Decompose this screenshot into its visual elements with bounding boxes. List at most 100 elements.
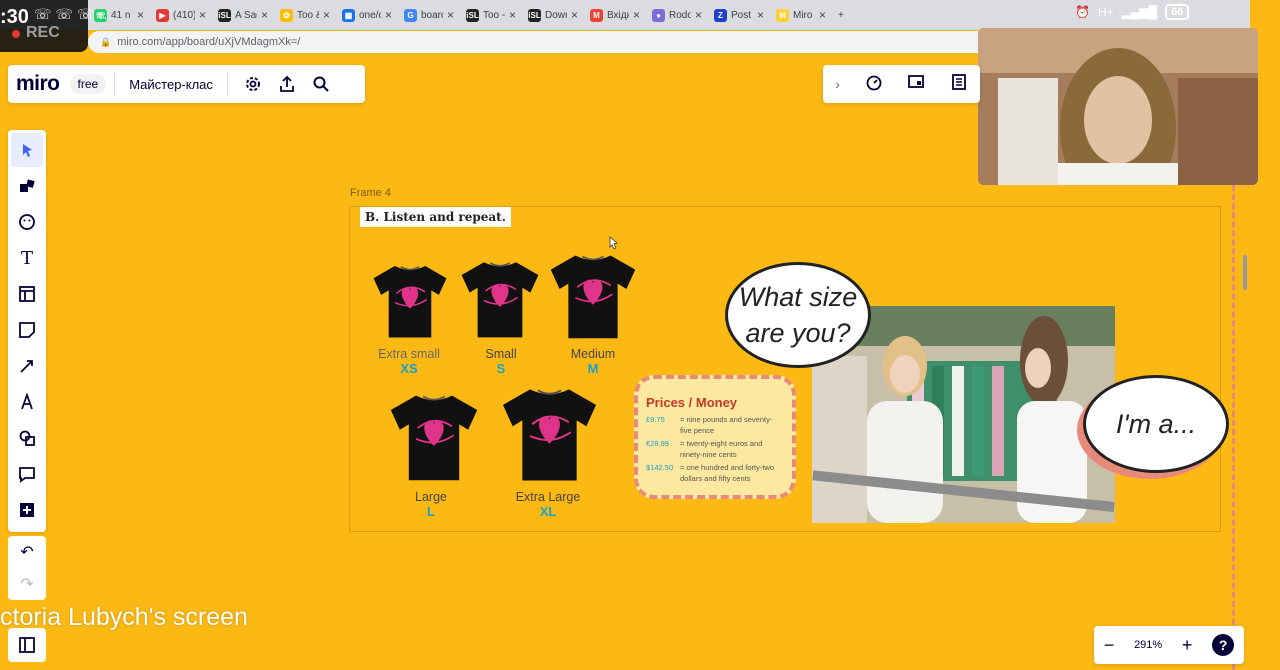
tshirt-image bbox=[373, 266, 447, 338]
tab-close-icon[interactable]: × bbox=[385, 8, 392, 22]
price-rows: £9.75 = nine pounds and seventy-five penc… bbox=[646, 414, 784, 484]
browser-tab[interactable]: M Вхідн × bbox=[584, 0, 646, 30]
zoom-level[interactable]: 291% bbox=[1134, 639, 1162, 651]
webcam-video bbox=[978, 28, 1258, 185]
tab-close-icon[interactable]: × bbox=[819, 8, 826, 22]
zoom-controls: − 291% + ? bbox=[1094, 626, 1244, 664]
sticker-emoji-icon[interactable] bbox=[11, 205, 43, 239]
notes-icon[interactable] bbox=[950, 73, 968, 96]
price-amount: $142.50 bbox=[646, 463, 674, 472]
tab-favicon-icon: iSL bbox=[466, 8, 479, 22]
vertical-scrollbar[interactable] bbox=[1243, 255, 1247, 290]
size-code: L bbox=[427, 504, 435, 519]
tshirt-image bbox=[550, 255, 636, 339]
browser-tab[interactable]: Gboard × bbox=[398, 0, 460, 30]
timer-icon[interactable] bbox=[865, 73, 883, 96]
frame-layout-icon[interactable] bbox=[11, 277, 43, 311]
tab-favicon-icon: M bbox=[590, 8, 603, 22]
undo-icon[interactable]: ↶ bbox=[20, 542, 33, 562]
recording-overlay: :30 ☏☏☏… REC bbox=[0, 0, 113, 52]
tab-list: ☏41 n×▶(410)×iSLA Sad×✿Too &×▦one/c×Gboa… bbox=[88, 0, 832, 30]
zoom-out-button[interactable]: − bbox=[1104, 635, 1115, 656]
chevron-right-icon[interactable]: › bbox=[835, 76, 840, 92]
comment-icon[interactable] bbox=[11, 457, 43, 491]
tab-favicon-icon: G bbox=[404, 8, 417, 22]
browser-tab[interactable]: ▶ (410) × bbox=[150, 0, 212, 30]
prices-money-card[interactable]: Prices / Money £9.75 = nine pounds and se… bbox=[634, 375, 796, 499]
search-icon[interactable] bbox=[304, 67, 338, 101]
tshirt-image bbox=[390, 395, 478, 481]
prices-title: Prices / Money bbox=[646, 395, 738, 410]
browser-tab[interactable]: ✿ Too & × bbox=[274, 0, 336, 30]
size-code: M bbox=[587, 361, 599, 376]
tab-label: A Sad bbox=[235, 9, 257, 21]
phone-status-bar: ⏰ H+ ▂▄▆█ 66 bbox=[1075, 4, 1190, 20]
miro-right-toolbar: › bbox=[823, 65, 980, 103]
size-code: XL bbox=[539, 504, 557, 519]
browser-tab[interactable]: ▦ one/c × bbox=[336, 0, 398, 30]
share-upload-icon[interactable] bbox=[270, 67, 304, 101]
tab-label: Too & bbox=[297, 9, 319, 21]
tab-close-icon[interactable]: × bbox=[509, 8, 516, 22]
tab-close-icon[interactable]: × bbox=[757, 8, 764, 22]
clock-time: :30 bbox=[0, 6, 29, 28]
tab-close-icon[interactable]: × bbox=[323, 8, 330, 22]
tab-favicon-icon: iSL bbox=[528, 8, 541, 22]
browser-tab[interactable]: ● Rodo × bbox=[646, 0, 708, 30]
connection-line-icon[interactable] bbox=[11, 349, 43, 383]
select-cursor-icon[interactable] bbox=[11, 133, 43, 167]
tab-favicon-icon: ✿ bbox=[280, 8, 293, 22]
lock-icon: 🔒 bbox=[100, 36, 112, 47]
price-amount: £9.75 bbox=[646, 415, 665, 424]
redo-icon[interactable]: ↷ bbox=[20, 574, 33, 594]
tshirt-image bbox=[502, 389, 597, 481]
tab-close-icon[interactable]: × bbox=[137, 8, 144, 22]
tab-close-icon[interactable]: × bbox=[447, 8, 454, 22]
screen-share-icon[interactable] bbox=[907, 73, 925, 96]
settings-gear-icon[interactable] bbox=[236, 67, 270, 101]
templates-dice-icon[interactable] bbox=[11, 169, 43, 203]
tab-close-icon[interactable]: × bbox=[695, 8, 702, 22]
browser-tab[interactable]: Z Post A × bbox=[708, 0, 770, 30]
new-tab-button[interactable]: + bbox=[832, 0, 858, 30]
tab-label: Miro bbox=[793, 9, 813, 21]
tab-label: Too - bbox=[483, 9, 505, 21]
miro-logo[interactable]: miro bbox=[16, 72, 60, 96]
speech-bubble-answer[interactable]: I'm a... bbox=[1083, 375, 1229, 473]
tab-label: (410) bbox=[173, 9, 195, 21]
pen-icon[interactable] bbox=[11, 385, 43, 419]
browser-tab-bar: ☏41 n×▶(410)×iSLA Sad×✿Too &×▦one/c×Gboa… bbox=[0, 0, 1250, 30]
help-button[interactable]: ? bbox=[1212, 634, 1235, 656]
zoom-in-button[interactable]: + bbox=[1182, 635, 1193, 656]
address-bar[interactable]: 🔒 miro.com/app/board/uXjVMdagmXk=/ bbox=[88, 31, 988, 53]
shapes-icon[interactable] bbox=[11, 421, 43, 455]
tab-close-icon[interactable]: × bbox=[633, 8, 640, 22]
signal-icon: ▂▄▆█ bbox=[1121, 5, 1158, 19]
text-tool-icon[interactable]: T bbox=[11, 241, 43, 275]
tshirt-image bbox=[461, 262, 539, 338]
mouse-pointer-icon bbox=[609, 236, 618, 250]
frame-label[interactable]: Frame 4 bbox=[350, 187, 391, 199]
tab-label: Rodo bbox=[669, 9, 691, 21]
plan-badge[interactable]: free bbox=[69, 74, 107, 94]
tab-close-icon[interactable]: × bbox=[571, 8, 578, 22]
size-name: Large bbox=[415, 490, 447, 504]
size-name: Medium bbox=[570, 347, 616, 361]
tab-label: Post A bbox=[731, 9, 753, 21]
add-more-plus-icon[interactable] bbox=[11, 493, 43, 527]
sticky-note-icon[interactable] bbox=[11, 313, 43, 347]
tab-close-icon[interactable]: × bbox=[261, 8, 268, 22]
exercise-title[interactable]: B. Listen and repeat. bbox=[360, 207, 511, 227]
tab-favicon-icon: M bbox=[776, 8, 789, 22]
browser-tab[interactable]: iSL A Sad × bbox=[212, 0, 274, 30]
miro-top-toolbar: miro free Майстер-клас bbox=[8, 65, 365, 103]
price-text: = twenty-eight euros and ninety-nine cen… bbox=[680, 439, 763, 459]
webcam-person-image bbox=[978, 28, 1258, 185]
tab-close-icon[interactable]: × bbox=[199, 8, 206, 22]
board-panel-toggle-icon[interactable] bbox=[8, 628, 46, 662]
browser-tab[interactable]: iSL Down × bbox=[522, 0, 584, 30]
browser-tab[interactable]: iSL Too - × bbox=[460, 0, 522, 30]
board-name[interactable]: Майстер-клас bbox=[129, 77, 213, 92]
browser-tab[interactable]: M Miro × bbox=[770, 0, 832, 30]
speech-bubble-question[interactable]: What size are you? bbox=[725, 262, 871, 368]
